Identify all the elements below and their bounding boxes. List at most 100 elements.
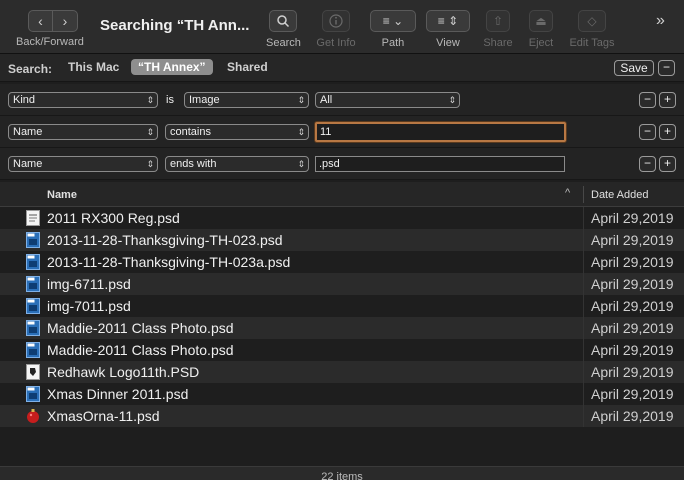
criteria-attribute-popup[interactable]: Name ⇕ [8, 124, 158, 140]
list-header: Name ^ Date Added [0, 182, 684, 207]
file-row[interactable]: 2013-11-28-Thanksgiving-TH-023a.psd April… [0, 251, 684, 273]
column-header-date-added[interactable]: Date Added [591, 189, 649, 201]
criteria-subvalue-popup[interactable]: All ⇕ [315, 92, 460, 108]
edit-tags-label: Edit Tags [569, 37, 615, 49]
psd-icon [26, 232, 40, 248]
file-date-added: April 29,2019 [591, 408, 674, 424]
column-header-name[interactable]: Name [47, 189, 77, 201]
psd-icon [26, 276, 40, 292]
sort-ascending-icon: ^ [565, 187, 571, 199]
remove-criteria-button[interactable]: − [639, 156, 656, 172]
eject-icon: ⏏ [529, 10, 553, 32]
file-row[interactable]: XmasOrna-11.psd April 29,2019 [0, 405, 684, 427]
up-down-arrow-icon: ⇕ [146, 159, 154, 169]
file-row[interactable]: img-6711.psd April 29,2019 [0, 273, 684, 295]
file-date-added: April 29,2019 [591, 386, 674, 402]
file-name: Maddie-2011 Class Photo.psd [47, 320, 234, 336]
criteria-operator: contains [170, 126, 211, 138]
file-name: 2013-11-28-Thanksgiving-TH-023a.psd [47, 254, 291, 270]
share-button[interactable]: ⇧ Share [482, 10, 514, 49]
view-label: View [436, 37, 460, 49]
file-row[interactable]: Maddie-2011 Class Photo.psd April 29,2019 [0, 339, 684, 361]
column-divider [583, 405, 584, 427]
ornament-icon [26, 408, 40, 424]
column-divider[interactable] [583, 186, 584, 203]
file-row[interactable]: img-7011.psd April 29,2019 [0, 295, 684, 317]
search-scope-label: Search: [8, 62, 53, 76]
search-toolbar-button[interactable]: Search [266, 10, 301, 49]
criteria-attribute: Name [13, 158, 43, 170]
up-down-arrow-icon: ⇕ [146, 127, 154, 137]
file-row[interactable]: 2013-11-28-Thanksgiving-TH-023.psd April … [0, 229, 684, 251]
criteria-row: Kind ⇕ is Image ⇕ All ⇕ − + [0, 84, 684, 116]
criteria-attribute: Name [13, 126, 43, 138]
file-date-added: April 29,2019 [591, 320, 674, 336]
criteria-attribute-popup[interactable]: Kind ⇕ [8, 92, 158, 108]
back-forward-group: ‹ › [28, 10, 78, 32]
criteria-subvalue: All [320, 94, 333, 106]
file-date-added: April 29,2019 [591, 342, 674, 358]
eject-label: Eject [528, 37, 554, 49]
file-name: Xmas Dinner 2011.psd [47, 386, 189, 402]
psd-icon [26, 298, 40, 314]
get-info-button[interactable]: Get Info [314, 10, 358, 49]
path-label: Path [381, 37, 405, 49]
remove-criteria-button[interactable]: − [639, 92, 656, 108]
column-divider [583, 361, 584, 383]
toolbar: ‹ › Back/Forward Searching “TH Ann... Se… [0, 0, 684, 54]
criteria-operator: ends with [170, 158, 217, 170]
scope-th-annex[interactable]: “TH Annex” [131, 59, 213, 75]
edit-tags-button[interactable]: ◇ Edit Tags [566, 10, 618, 49]
tag-icon: ◇ [578, 10, 606, 32]
column-divider [583, 339, 584, 361]
criteria-value-field[interactable]: .psd [315, 156, 565, 172]
file-date-added: April 29,2019 [591, 210, 674, 226]
forward-button[interactable]: › [53, 10, 78, 32]
chevron-right-icon: › [62, 13, 68, 29]
up-down-arrow-icon: ⇕ [297, 127, 305, 137]
file-row[interactable]: Redhawk Logo11th.PSD April 29,2019 [0, 361, 684, 383]
file-row[interactable]: Maddie-2011 Class Photo.psd April 29,2019 [0, 317, 684, 339]
search-scope-bar: Search: This Mac “TH Annex” Shared Save … [0, 54, 684, 82]
criteria-operator-popup[interactable]: contains ⇕ [165, 124, 309, 140]
file-date-added: April 29,2019 [591, 254, 674, 270]
get-info-label: Get Info [316, 37, 356, 49]
file-list: 2011 RX300 Reg.psd April 29,2019 2013-11-2… [0, 207, 684, 427]
view-button[interactable]: ≡ ⇕ View [425, 10, 471, 49]
up-down-arrow-icon: ⇕ [297, 95, 305, 105]
file-row[interactable]: 2011 RX300 Reg.psd April 29,2019 [0, 207, 684, 229]
info-icon [322, 10, 350, 32]
criteria-operator-popup[interactable]: ends with ⇕ [165, 156, 309, 172]
file-row[interactable]: Xmas Dinner 2011.psd April 29,2019 [0, 383, 684, 405]
search-icon [269, 10, 297, 32]
window-title: Searching “TH Ann... [100, 17, 250, 34]
save-search-button[interactable]: Save [614, 60, 654, 76]
item-count: 22 items [321, 471, 363, 480]
criteria-value: Image [189, 94, 220, 106]
toolbar-overflow-icon[interactable]: » [656, 12, 665, 30]
file-name: img-6711.psd [47, 276, 131, 292]
criteria-value-field[interactable]: 11 [315, 122, 566, 142]
path-button[interactable]: ≡ ⌄ Path [369, 10, 417, 49]
criteria-row: Name ⇕ contains ⇕ 11 − + [0, 116, 684, 148]
file-name: 2011 RX300 Reg.psd [47, 210, 180, 226]
scope-shared[interactable]: Shared [227, 60, 268, 74]
share-label: Share [483, 37, 513, 49]
add-criteria-button[interactable]: + [659, 124, 676, 140]
add-criteria-button[interactable]: + [659, 92, 676, 108]
add-criteria-button[interactable]: + [659, 156, 676, 172]
scope-this-mac[interactable]: This Mac [68, 60, 119, 74]
eject-button[interactable]: ⏏ Eject [526, 10, 556, 49]
criteria-attribute-popup[interactable]: Name ⇕ [8, 156, 158, 172]
file-date-added: April 29,2019 [591, 232, 674, 248]
list-view-icon: ≡ ⇕ [426, 10, 470, 32]
back-button[interactable]: ‹ [28, 10, 53, 32]
status-bar: 22 items [0, 466, 684, 480]
criteria-value-popup[interactable]: Image ⇕ [184, 92, 309, 108]
remove-search-button[interactable]: − [658, 60, 675, 76]
column-divider [583, 383, 584, 405]
up-down-arrow-icon: ⇕ [146, 95, 154, 105]
file-date-added: April 29,2019 [591, 276, 674, 292]
file-name: img-7011.psd [47, 298, 131, 314]
remove-criteria-button[interactable]: − [639, 124, 656, 140]
